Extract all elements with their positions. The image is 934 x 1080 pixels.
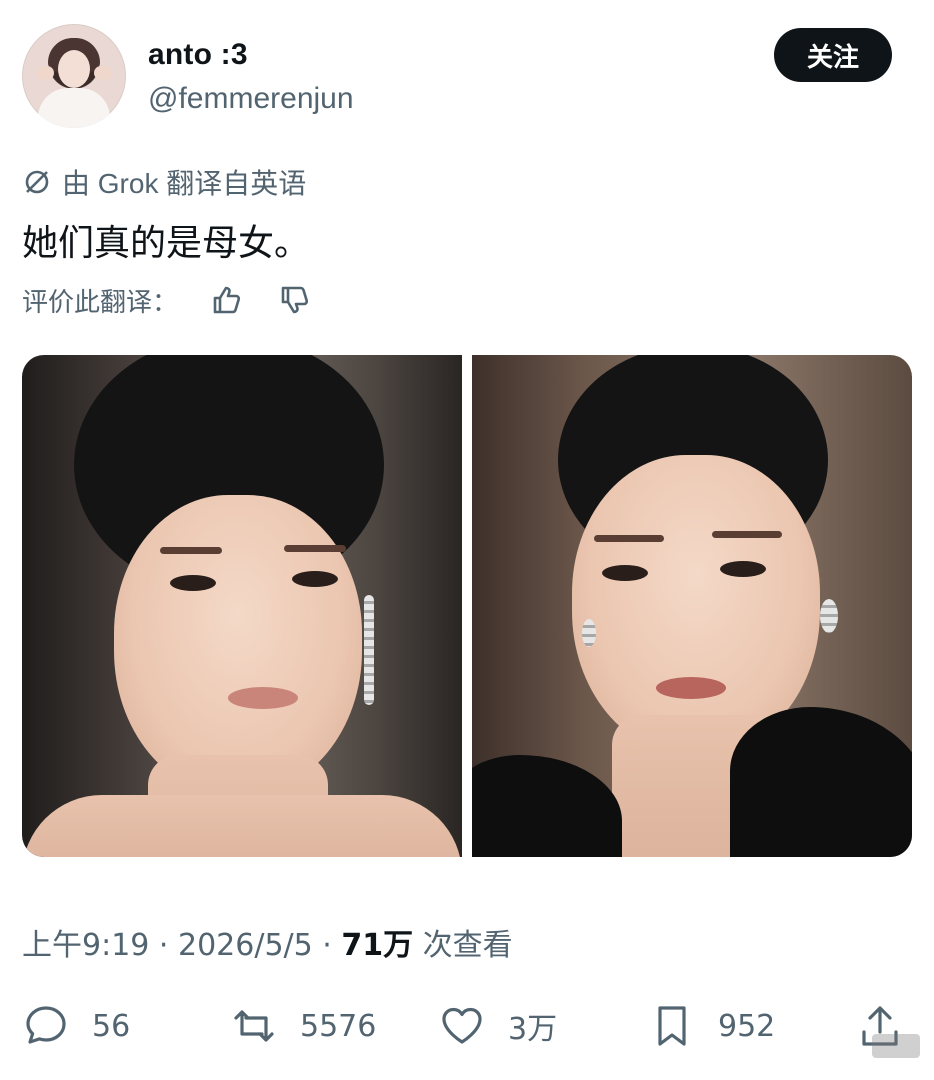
tweet-meta: 上午9:19 · 2026/5/5 · 71万 次查看 [22,928,513,963]
display-name[interactable]: anto :3 [148,38,248,72]
watermark [872,1034,920,1058]
thumbs-up-icon[interactable] [208,282,244,318]
bookmark-icon [658,1006,686,1046]
tweet-text: 她们真的是母女。 [22,223,311,264]
views-label: 次查看 [413,928,513,963]
tweet-header: anto :3 @femmerenjun 关注 [22,22,894,132]
repost-icon [234,1010,274,1042]
reply-count: 56 [92,1008,131,1044]
repost-count: 5576 [300,1008,377,1044]
photo-left[interactable] [22,355,462,857]
tweet-date[interactable]: 2026/5/5 [178,928,313,963]
repost-button[interactable]: 5576 [230,996,376,1056]
views-count: 71万 [341,928,414,963]
like-icon [442,1007,482,1044]
action-bar: 56 5576 3万 952 [22,996,912,1056]
like-button[interactable]: 3万 [438,996,557,1056]
follow-button[interactable]: 关注 [774,28,892,82]
grok-icon [25,170,49,194]
bookmark-count: 952 [718,1008,776,1044]
tweet-media[interactable] [22,355,912,857]
bookmark-button[interactable]: 952 [648,996,775,1056]
reply-button[interactable]: 56 [22,996,130,1056]
like-count: 3万 [508,1012,558,1047]
reply-icon [26,1006,66,1044]
tweet-time[interactable]: 上午9:19 [22,928,149,963]
translation-notice: 由 Grok 翻译自英语 [22,162,306,202]
avatar[interactable] [22,24,126,128]
translation-label: 由 Grok 翻译自英语 [62,168,307,199]
rate-translation: 评价此翻译： [22,280,312,320]
photo-right[interactable] [472,355,912,857]
rate-translation-label: 评价此翻译： [22,287,179,318]
thumbs-down-icon[interactable] [276,282,312,318]
user-handle[interactable]: @femmerenjun [148,82,354,116]
